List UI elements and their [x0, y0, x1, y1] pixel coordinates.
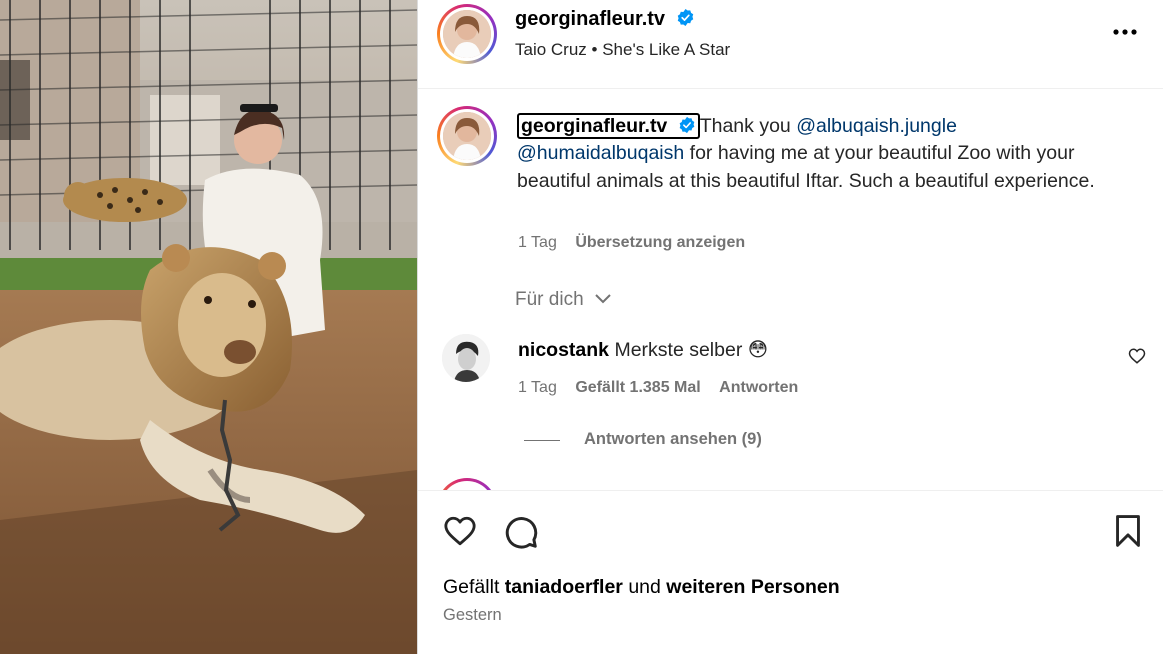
audio-track[interactable]: Taio Cruz • She's Like A Star	[515, 40, 730, 60]
translate-button[interactable]: Übersetzung anzeigen	[575, 234, 745, 251]
avatar-image	[443, 112, 491, 160]
bookmark-icon[interactable]	[1112, 514, 1144, 548]
comment-age: 1 Tag	[518, 379, 557, 396]
author-avatar[interactable]	[437, 4, 497, 64]
liked-by-username[interactable]: taniadoerfler	[505, 576, 623, 598]
comment-meta: 1 Tag Gefällt 1.385 Mal Antworten	[518, 379, 798, 397]
likes-prefix: Gefällt	[443, 576, 500, 598]
likes-summary: Gefällt taniadoerfler und weiteren Perso…	[443, 576, 840, 599]
replies-divider	[524, 440, 560, 441]
mention-link[interactable]: @humaidalbuqaish	[517, 142, 684, 164]
emoji: 😳	[747, 339, 769, 361]
caption-body-start: Thank you	[699, 115, 797, 137]
verified-badge-icon	[677, 8, 693, 27]
commenter-username[interactable]: nicostank	[518, 339, 609, 361]
caption-avatar[interactable]	[437, 106, 497, 166]
comment-filter-dropdown[interactable]: Für dich	[515, 289, 613, 311]
avatar-image	[442, 334, 490, 382]
post-image	[0, 0, 417, 654]
liked-by-others[interactable]: weiteren Personen	[666, 576, 839, 598]
comment-filter-label[interactable]: Für dich	[515, 289, 584, 310]
mention-link[interactable]: @albuqaish.jungle	[796, 115, 957, 137]
post-header: georginafleur.tv Taio Cruz • She's Like …	[418, 0, 1163, 89]
commenter-avatar[interactable]	[442, 334, 490, 382]
author-username-text[interactable]: georginafleur.tv	[515, 8, 665, 30]
post-media[interactable]	[0, 0, 417, 654]
caption-text: georginafleur.tv Thank you @albuqaish.ju…	[517, 113, 1097, 195]
more-options-icon[interactable]	[1110, 20, 1140, 44]
heart-icon[interactable]	[442, 514, 478, 548]
avatar-image	[443, 10, 491, 58]
caption-meta: 1 Tag Übersetzung anzeigen	[518, 234, 745, 252]
caption-username[interactable]: georginafleur.tv	[517, 113, 700, 139]
caption-username-text[interactable]: georginafleur.tv	[521, 115, 667, 137]
caption-age: 1 Tag	[518, 234, 557, 251]
chevron-down-icon	[595, 294, 611, 304]
verified-badge-icon	[679, 116, 695, 134]
action-bar: Gefällt taniadoerfler und weiteren Perso…	[418, 490, 1163, 655]
view-replies-button[interactable]: Antworten ansehen (9)	[584, 430, 762, 449]
comment-body: Merkste selber	[614, 339, 743, 361]
likes-connector: und	[628, 576, 661, 598]
post-panel: georginafleur.tv Taio Cruz • She's Like …	[417, 0, 1163, 654]
comment-likes-count[interactable]: Gefällt 1.385 Mal	[575, 379, 700, 396]
comment-text: nicostank Merkste selber 😳	[518, 338, 768, 362]
comment-icon[interactable]	[503, 514, 539, 550]
author-username[interactable]: georginafleur.tv	[515, 8, 695, 31]
post-date[interactable]: Gestern	[443, 606, 502, 625]
reply-button[interactable]: Antworten	[719, 379, 798, 396]
comment-like-heart-icon[interactable]	[1128, 347, 1146, 365]
